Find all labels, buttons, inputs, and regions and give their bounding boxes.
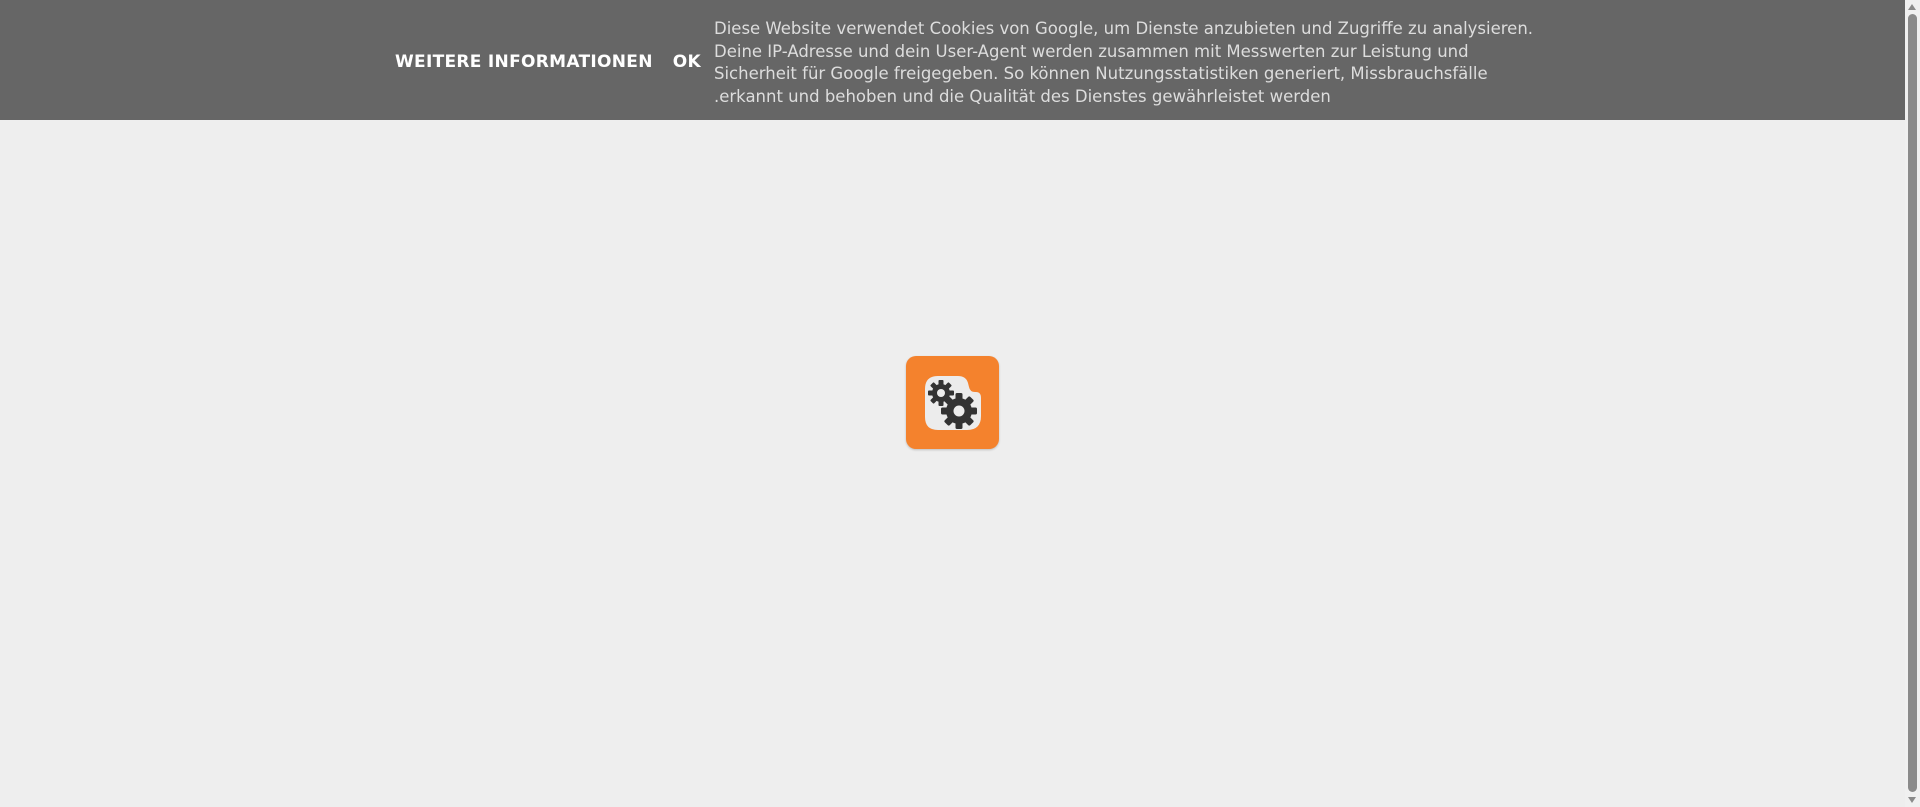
vertical-scrollbar[interactable] (1905, 0, 1920, 807)
cookie-message-line: .erkannt und behoben und die Qualität de… (714, 87, 1331, 107)
blogger-gears-icon (906, 356, 999, 449)
page: Weitere Informationen OK Diese Website v… (0, 0, 1920, 807)
cookie-notice-bar: Weitere Informationen OK Diese Website v… (0, 0, 1905, 120)
scroll-down-icon[interactable] (1908, 797, 1916, 803)
cookie-message: Diese Website verwendet Cookies von Goog… (714, 18, 1534, 109)
more-info-link[interactable]: Weitere Informationen (395, 52, 653, 72)
ok-button[interactable]: OK (673, 52, 701, 72)
cookie-message-line: Sicherheit für Google freigegeben. So kö… (714, 64, 1488, 84)
scroll-up-icon[interactable] (1908, 4, 1916, 10)
cookie-message-line: Diese Website verwendet Cookies von Goog… (714, 19, 1534, 38)
gears-icon (925, 376, 981, 430)
cookie-message-line: Deine IP-Adresse und dein User-Agent wer… (714, 41, 1469, 61)
cookie-actions: Weitere Informationen OK (395, 52, 701, 72)
scroll-thumb[interactable] (1908, 14, 1917, 792)
